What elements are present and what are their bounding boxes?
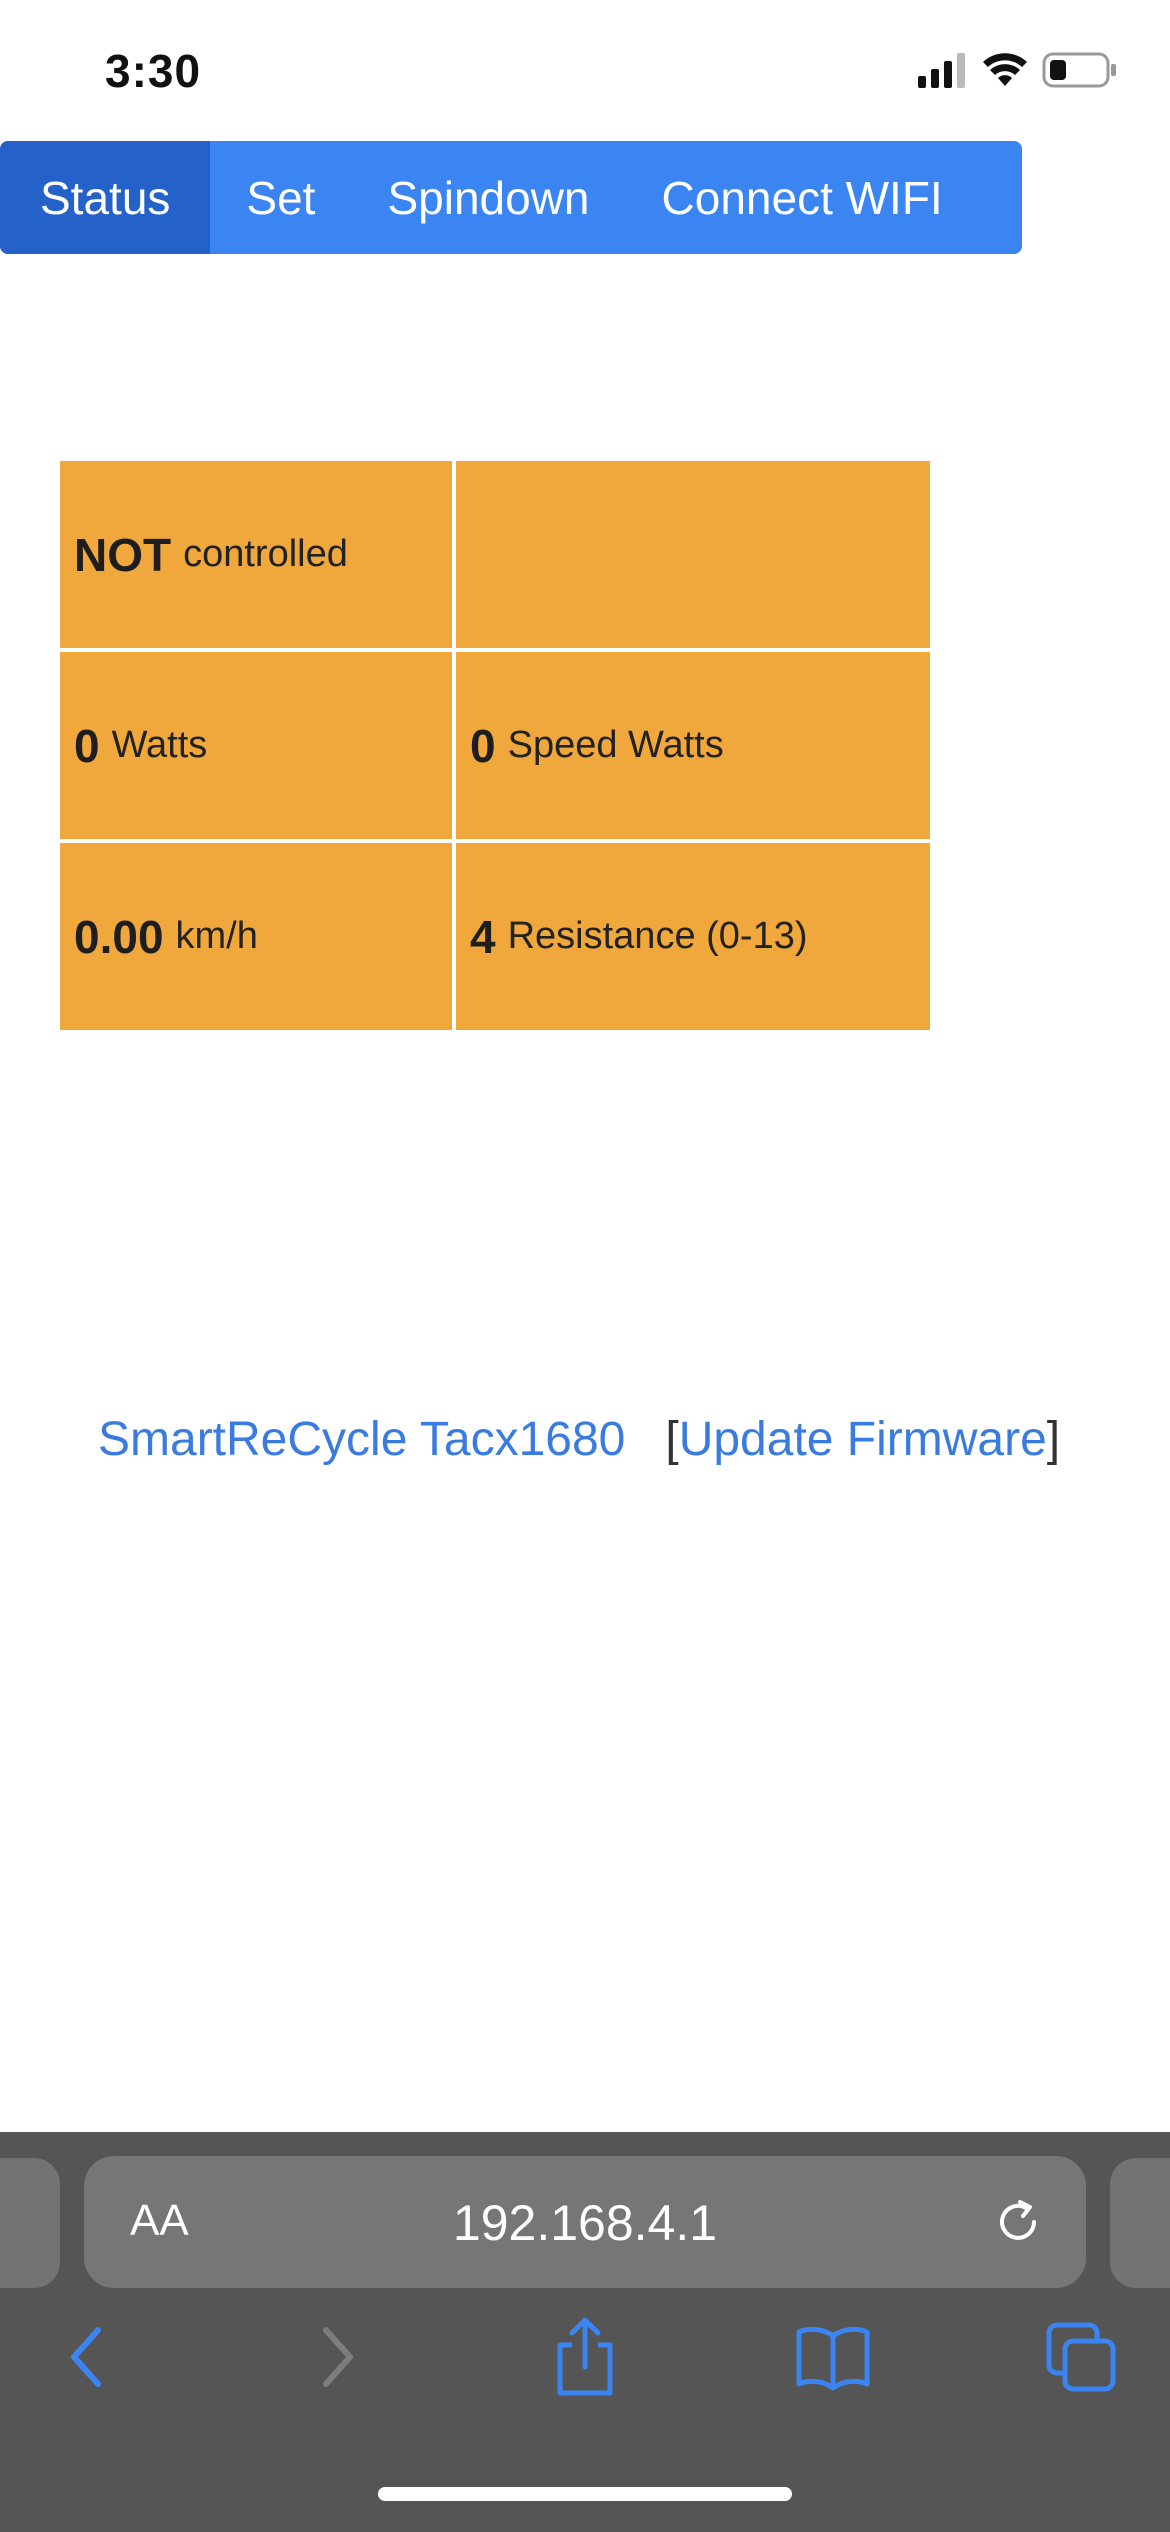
watts-label: Watts: [111, 724, 208, 766]
watts-cell: 0 Watts: [60, 652, 452, 839]
home-indicator: [378, 2487, 792, 2501]
top-nav: Status Set Spindown Connect WIFI: [0, 141, 1022, 254]
footer-links: SmartReCycle Tacx1680 [Update Firmware]: [98, 1412, 1060, 1467]
clock: 3:30: [105, 45, 202, 97]
table-row: 0 Watts 0 Speed Watts: [60, 652, 930, 839]
bracket-close: ]: [1046, 1413, 1061, 1466]
speed-cell: 0.00 km/h: [60, 843, 452, 1030]
status-icons: [918, 50, 1118, 90]
resistance-label: Resistance (0-13): [507, 915, 808, 957]
back-button[interactable]: [42, 2312, 132, 2402]
speed-label: km/h: [175, 915, 258, 957]
share-icon: [557, 2317, 613, 2396]
resistance-cell: 4 Resistance (0-13): [456, 843, 930, 1030]
nav-connect-wifi[interactable]: Connect WIFI: [626, 141, 979, 254]
browser-toolbar: [0, 2312, 1170, 2422]
control-state-value: NOT: [74, 528, 172, 581]
watts-value: 0: [74, 719, 100, 772]
tabs-button[interactable]: [1036, 2312, 1126, 2402]
wifi-icon: [983, 53, 1027, 86]
browser-bottom-bar: AA 192.168.4.1: [0, 2132, 1170, 2532]
bookmarks-icon: [796, 2326, 870, 2391]
battery-icon: [1042, 52, 1116, 88]
share-button[interactable]: [540, 2312, 630, 2402]
speed-value: 0.00: [74, 910, 164, 963]
status-bar: 3:30: [0, 0, 1170, 140]
forward-icon: [323, 2327, 353, 2387]
empty-cell: [456, 461, 930, 648]
table-row: 0.00 km/h 4 Resistance (0-13): [60, 843, 930, 1030]
url-text: 192.168.4.1: [452, 2195, 718, 2251]
forward-button[interactable]: [292, 2312, 382, 2402]
next-tab-preview[interactable]: [1110, 2158, 1170, 2288]
device-link[interactable]: SmartReCycle Tacx1680: [98, 1413, 625, 1466]
speed-watts-label: Speed Watts: [507, 724, 724, 766]
nav-spindown[interactable]: Spindown: [351, 141, 625, 254]
table-row: NOT controlled: [60, 461, 930, 648]
update-firmware-link[interactable]: Update Firmware: [679, 1413, 1047, 1466]
nav-status[interactable]: Status: [0, 141, 211, 254]
speed-watts-cell: 0 Speed Watts: [456, 652, 930, 839]
tabs-icon: [1046, 2322, 1116, 2392]
cellular-signal-icon: [918, 53, 965, 88]
bracket-open: [: [665, 1413, 679, 1466]
address-bar[interactable]: AA 192.168.4.1: [84, 2156, 1086, 2288]
bookmarks-button[interactable]: [788, 2312, 878, 2402]
nav-set[interactable]: Set: [210, 141, 351, 254]
speed-watts-value: 0: [470, 719, 496, 772]
resistance-value: 4: [470, 910, 496, 963]
control-state-cell: NOT controlled: [60, 461, 452, 648]
control-state-label: controlled: [183, 533, 348, 575]
status-table: NOT controlled 0 Watts 0 Speed Watts 0.0…: [60, 461, 930, 1034]
back-icon: [71, 2327, 101, 2387]
reload-icon[interactable]: [988, 2192, 1048, 2252]
previous-tab-preview[interactable]: [0, 2158, 60, 2288]
